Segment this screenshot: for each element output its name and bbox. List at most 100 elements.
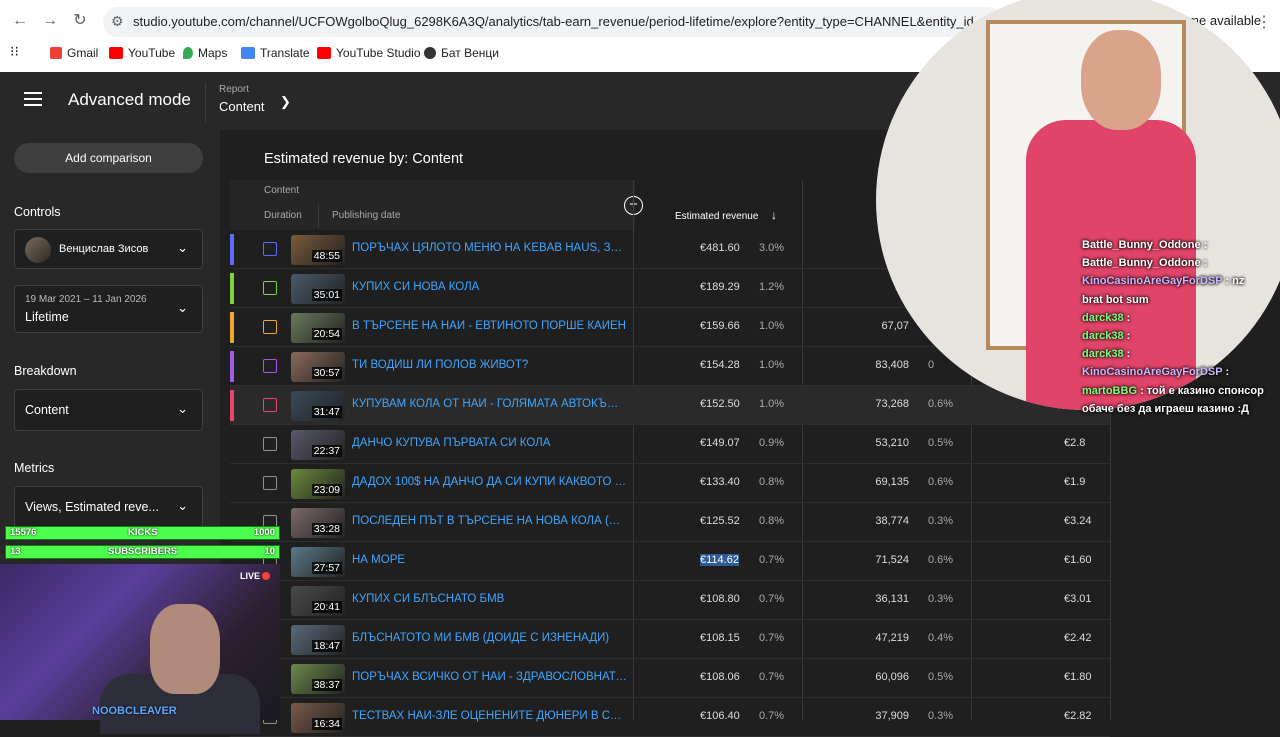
bookmark-maps[interactable]: Maps [183, 46, 227, 60]
address-bar[interactable]: ⚙ studio.youtube.com/channel/UCFOWgolboQ… [103, 7, 1003, 37]
views-value: 67,07 [881, 320, 909, 332]
breakdown-selector[interactable]: Content ⌄ [14, 389, 203, 431]
add-comparison-button[interactable]: Add comparison [14, 143, 203, 173]
bookmark-youtube-studio[interactable]: YouTube Studio [317, 46, 421, 60]
video-thumbnail[interactable]: 23:09 [291, 469, 345, 499]
views-value: 71,524 [875, 554, 909, 566]
chat-separator: : [1123, 330, 1131, 343]
forward-icon[interactable]: → [40, 11, 60, 31]
duration-column-header[interactable]: Duration [264, 210, 302, 221]
estimated-revenue-value: €481.60 [700, 242, 740, 254]
chat-message: darck38 : [1082, 327, 1267, 345]
revenue-column-header[interactable]: Estimated revenue [675, 211, 758, 222]
bookmark-label: YouTube Studio [336, 46, 421, 60]
estimated-revenue-value: €189.29 [700, 281, 740, 293]
video-title-link[interactable]: КУПУВАМ КОЛА ОТ НАЙ - ГОЛЯМАТА АВТОКЪЩА … [352, 398, 627, 410]
revenue-percent: 0.8% [759, 476, 785, 488]
publishing-date-column-header[interactable]: Publishing date [332, 210, 400, 221]
browser-menu-icon[interactable]: ⋮ [1256, 12, 1272, 32]
streamer-nickname: NOOBCLEAVER [92, 705, 177, 717]
chat-separator: : [1222, 366, 1230, 379]
video-title-link[interactable]: ТЕСТВАХ НАЙ-ЗЛЕ ОЦЕНЕНИТЕ ДЮНЕРИ В СОФИЯ [352, 710, 627, 722]
row-checkbox[interactable] [263, 476, 277, 490]
video-thumbnail[interactable]: 30:57 [291, 352, 345, 382]
video-title-link[interactable]: БЛЪСНАТОТО МИ БМВ (ДОЙДЕ С ИЗНЕНАДИ) [352, 632, 627, 644]
table-row[interactable]: 18:47 БЛЪСНАТОТО МИ БМВ (ДОЙДЕ С ИЗНЕНАДИ… [230, 620, 1110, 659]
video-thumbnail[interactable]: 16:34 [291, 703, 345, 733]
revenue-percent: 0.7% [759, 671, 785, 683]
estimated-revenue-value: €159.66 [700, 320, 740, 332]
bookmark-gmail[interactable]: Gmail [50, 46, 98, 60]
table-row[interactable]: 22:37 ДАНЧО КУПУВА ПЪРВАТА СИ КОЛА €149.07… [230, 425, 1110, 464]
video-title-link[interactable]: ПОРЪЧАХ ВСИЧКО ОТ НАЙ - ЗДРАВОСЛОВНАТА К… [352, 671, 627, 683]
video-thumbnail[interactable]: 31:47 [291, 391, 345, 421]
views-percent: 0.6% [928, 398, 954, 410]
views-percent: 0.6% [928, 476, 954, 488]
video-thumbnail[interactable]: 35:01 [291, 274, 345, 304]
video-title-link[interactable]: ДАДОХ 100$ НА ДАНЧО ДА СИ КУПИ КАКВОТО И… [352, 476, 627, 488]
table-row[interactable]: 20:41 КУПИХ СИ БЛЪСНАТО БМВ €108.80 0.7% 36,… [230, 581, 1110, 620]
video-title-link[interactable]: НА МОРЕ [352, 554, 627, 566]
table-row[interactable]: 31:47 КУПУВАМ КОЛА ОТ НАЙ - ГОЛЯМАТА АВТО… [230, 386, 1110, 425]
revenue-percent: 0.7% [759, 593, 785, 605]
video-thumbnail[interactable]: 33:28 [291, 508, 345, 538]
table-row[interactable]: 38:37 ПОРЪЧАХ ВСИЧКО ОТ НАЙ - ЗДРАВОСЛОВН… [230, 659, 1110, 698]
views-value: 60,096 [875, 671, 909, 683]
video-thumbnail[interactable]: 22:37 [291, 430, 345, 460]
chat-separator: : [1123, 348, 1131, 361]
video-thumbnail[interactable]: 20:41 [291, 586, 345, 616]
bookmark-translate[interactable]: Translate [241, 46, 310, 60]
video-thumbnail[interactable]: 48:55 [291, 235, 345, 265]
gmail-icon [50, 47, 62, 59]
row-checkbox[interactable] [263, 398, 277, 412]
globe-icon [424, 47, 436, 59]
url-text[interactable]: studio.youtube.com/channel/UCFOWgolboQlu… [133, 14, 973, 29]
table-row[interactable]: 23:09 ДАДОХ 100$ НА ДАНЧО ДА СИ КУПИ КАКВ… [230, 464, 1110, 503]
table-row[interactable]: 16:34 ТЕСТВАХ НАЙ-ЗЛЕ ОЦЕНЕНИТЕ ДЮНЕРИ В … [230, 698, 1110, 737]
video-title-link[interactable]: ПОСЛЕДЕН ПЪТ В ТЪРСЕНЕ НА НОВА КОЛА (НЕ … [352, 515, 627, 527]
chat-separator: : [1137, 384, 1147, 397]
bookmark-youtube[interactable]: YouTube [109, 46, 175, 60]
channel-selector[interactable]: Венцислав Зисов ⌄ [14, 229, 203, 269]
video-thumbnail[interactable]: 18:47 [291, 625, 345, 655]
row-checkbox[interactable] [263, 281, 277, 295]
avatar [25, 237, 51, 263]
series-color-indicator [230, 234, 234, 265]
reload-icon[interactable]: ↻ [70, 11, 90, 31]
views-percent: 0.6% [928, 554, 954, 566]
report-label: Report [219, 84, 250, 95]
table-row[interactable]: 33:28 ПОСЛЕДЕН ПЪТ В ТЪРСЕНЕ НА НОВА КОЛА… [230, 503, 1110, 542]
apps-grid-icon[interactable]: ⁝⁝ [10, 43, 19, 60]
row-checkbox[interactable] [263, 320, 277, 334]
views-value: 53,210 [875, 437, 909, 449]
site-info-icon[interactable]: ⚙ [111, 13, 124, 30]
chat-username: darck38 [1082, 348, 1124, 361]
bookmark-bat-ventsi[interactable]: Бат Венци [424, 46, 499, 60]
youtube-studio-icon [317, 47, 331, 59]
video-thumbnail[interactable]: 38:37 [291, 664, 345, 694]
rpm-value: €3.24 [1064, 515, 1092, 527]
back-icon[interactable]: ← [10, 11, 30, 31]
video-title-link[interactable]: ПОРЪЧАХ ЦЯЛОТО МЕНЮ НА KEBAB HAUS, ЗА ДА… [352, 242, 627, 254]
metrics-selector[interactable]: Views, Estimated reve... ⌄ [14, 486, 203, 528]
date-range-selector[interactable]: 19 Mar 2021 – 11 Jan 2026 Lifetime ⌄ [14, 285, 203, 333]
bookmark-label: Gmail [67, 46, 99, 60]
video-thumbnail[interactable]: 20:54 [291, 313, 345, 343]
video-title-link[interactable]: ДАНЧО КУПУВА ПЪРВАТА СИ КОЛА [352, 437, 627, 449]
chevron-down-icon: ⌄ [177, 498, 188, 513]
row-checkbox[interactable] [263, 437, 277, 451]
video-title-link[interactable]: КУПИХ СИ НОВА КОЛА [352, 281, 627, 293]
table-row[interactable]: 27:57 НА МОРЕ €114.62 0.7% 71,524 0.6% €1.60 [230, 542, 1110, 581]
video-title-link[interactable]: КУПИХ СИ БЛЪСНАТО БМВ [352, 593, 627, 605]
bookmark-label: Бат Венци [441, 46, 499, 60]
row-checkbox[interactable] [263, 359, 277, 373]
row-checkbox[interactable] [263, 242, 277, 256]
sort-down-arrow-icon[interactable]: ↓ [771, 208, 777, 222]
video-title-link[interactable]: ТИ ВОДИШ ЛИ ПОЛОВ ЖИВОТ? [352, 359, 627, 371]
kicks-label: KICKS [128, 527, 158, 538]
estimated-revenue-value: €114.62 [700, 554, 739, 566]
video-title-link[interactable]: В ТЪРСЕНЕ НА НАЙ - ЕВТИНОТО ПОРШЕ КАЙЕН [352, 320, 627, 332]
video-thumbnail[interactable]: 27:57 [291, 547, 345, 577]
hamburger-menu-icon[interactable] [24, 92, 42, 106]
video-duration: 33:28 [311, 523, 342, 535]
